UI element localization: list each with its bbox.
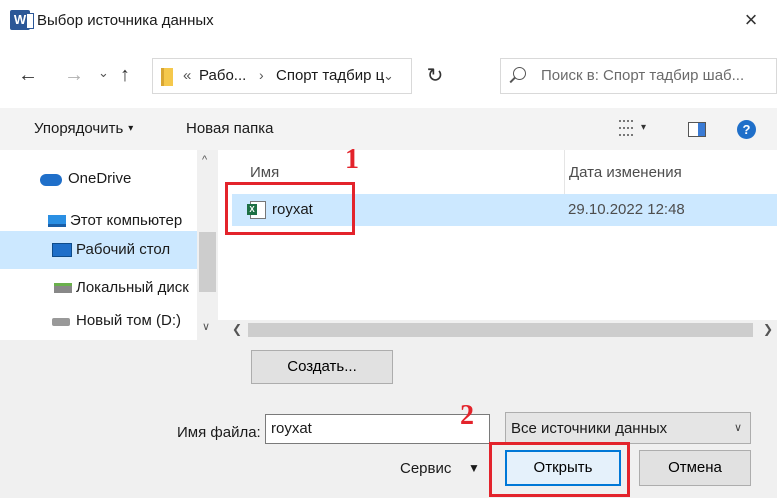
column-header-date[interactable]: Дата изменения [565,150,777,194]
scroll-down-icon[interactable]: ∨ [202,320,210,333]
filetype-selected: Все источники данных [511,420,668,437]
scroll-right-icon[interactable]: ❯ [763,322,773,336]
computer-icon [48,215,66,227]
drive-icon [52,318,70,326]
annotation-number-2: 2 [460,400,474,431]
preview-pane-icon[interactable] [688,122,706,137]
scroll-up-icon[interactable]: ^ [202,154,207,166]
file-list-scrollbar[interactable]: ❮ ❯ [218,320,777,340]
filename-field[interactable]: royxat [265,414,490,444]
column-header-label: Имя [250,164,280,181]
view-options-icon[interactable] [619,120,633,136]
close-icon: × [744,7,758,32]
breadcrumb-separator[interactable]: › [259,67,264,83]
column-header-label: Дата изменения [569,164,682,181]
folder-icon [161,68,173,86]
refresh-button[interactable]: ↻ [415,58,455,94]
filetype-select[interactable]: Все источники данных ∨ [505,412,751,444]
recent-locations-icon[interactable]: ⌄ [98,65,109,81]
organize-caret-icon: ▾ [128,123,134,134]
service-menu-button[interactable]: Сервис [400,460,451,477]
help-icon[interactable]: ? [737,120,756,139]
search-placeholder: Поиск в: Спорт тадбир шаб... [541,67,745,84]
local-disk-icon [54,283,72,293]
cancel-button[interactable]: Отмена [639,450,751,486]
organize-button[interactable]: Упорядочить ▾ [34,120,133,137]
sidebar-item-new-volume[interactable]: Новый том (D:) [0,302,197,340]
title-bar: W Выбор источника данных × [0,0,777,52]
sidebar-item-label: Этот компьютер [70,212,183,229]
view-options-caret-icon[interactable]: ▾ [641,122,646,133]
search-input[interactable]: Поиск в: Спорт тадбир шаб... [500,58,777,94]
address-dropdown-icon[interactable]: ⌄ [383,68,394,84]
back-arrow-icon[interactable]: ← [18,64,38,86]
command-toolbar: Упорядочить ▾ Новая папка ▾ ? [0,108,777,150]
close-button[interactable]: × [725,0,777,40]
annotation-number-1: 1 [345,144,359,175]
annotation-box-2 [489,442,630,497]
file-modified-date: 29.10.2022 12:48 [568,201,685,218]
breadcrumb-item[interactable]: Спорт тадбир ц [276,67,384,84]
organize-label: Упорядочить [34,120,124,137]
sidebar-scrollbar[interactable]: ^ ∨ [197,150,218,340]
forward-arrow-icon[interactable]: → [64,64,84,86]
scrollbar-thumb[interactable] [199,232,216,292]
sidebar-item-label: Локальный диск [76,279,189,296]
service-caret-icon[interactable]: ▼ [468,461,480,475]
file-list: Имя Дата изменения royxat 29.10.2022 12:… [218,150,777,340]
filename-label: Имя файла: [177,424,261,441]
sidebar-item-label: OneDrive [68,170,132,187]
desktop-icon [52,243,72,257]
breadcrumb-item[interactable]: Рабо... [199,67,246,84]
breadcrumb-overflow[interactable]: « [183,67,191,84]
sidebar-item-desktop[interactable]: Рабочий стол [0,231,197,269]
dialog-title: Выбор источника данных [37,12,214,29]
new-folder-button[interactable]: Новая папка [186,120,273,137]
dialog-footer: Создать... Имя файла: royxat Все источни… [0,340,777,498]
chevron-down-icon: ∨ [733,422,742,434]
navigation-bar: ← → ⌄ ↑ « Рабо... › Спорт тадбир ц ⌄ ↻ П… [0,52,777,100]
sidebar-item-label: Новый том (D:) [76,312,181,329]
annotation-box-1 [225,182,355,235]
navigation-pane: OneDrive Этот компьютер Рабочий стол Лок… [0,150,218,340]
refresh-icon: ↻ [426,65,444,87]
address-bar[interactable]: « Рабо... › Спорт тадбир ц ⌄ [152,58,412,94]
up-arrow-icon[interactable]: ↑ [120,64,130,86]
search-icon [513,67,526,80]
scrollbar-thumb[interactable] [248,323,753,337]
cloud-icon [40,174,62,186]
sidebar-item-onedrive[interactable]: OneDrive [0,160,197,198]
scroll-left-icon[interactable]: ❮ [232,322,242,336]
sidebar-item-label: Рабочий стол [76,241,171,258]
create-button[interactable]: Создать... [251,350,393,384]
word-app-icon: W [10,10,34,30]
